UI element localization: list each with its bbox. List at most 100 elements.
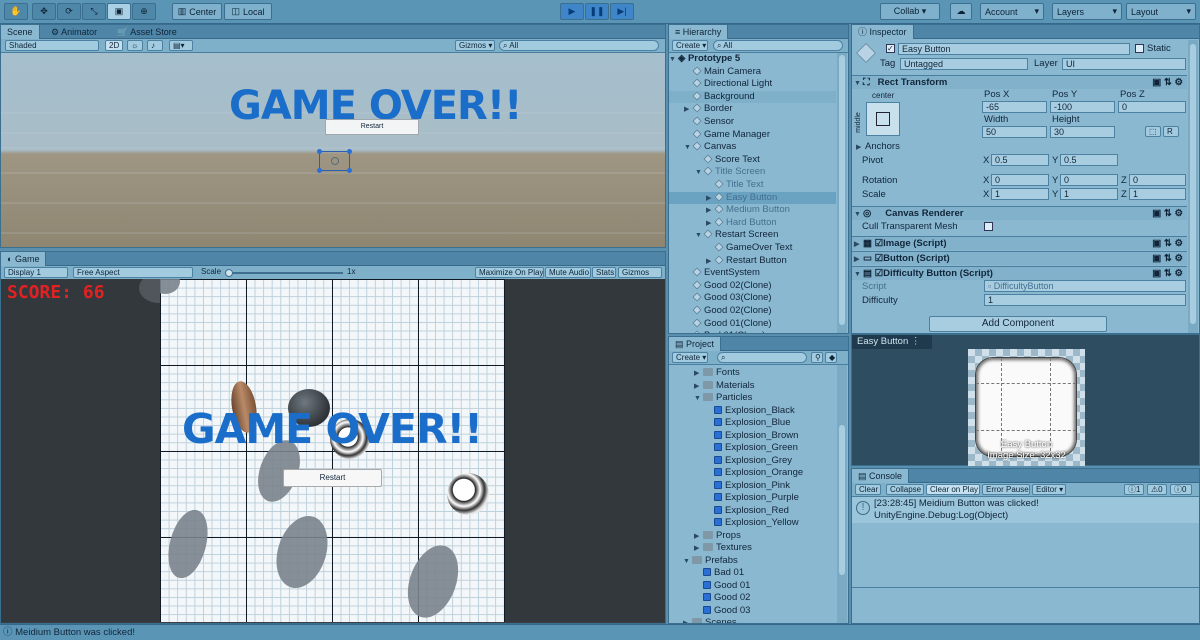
button-script-header[interactable]: ▶ ▭ ☑Button (Script) ▣ ⇅ ⚙ (852, 251, 1187, 265)
component-menu-icon[interactable]: ▣ ⇅ ⚙ (1152, 267, 1183, 280)
rect-tool-icon[interactable]: ▣ (107, 3, 131, 20)
static-checkbox[interactable] (1135, 44, 1144, 53)
hand-tool-icon[interactable]: ✋ (4, 3, 28, 20)
hierarchy-item[interactable]: Score Text (669, 154, 836, 167)
scroll-thumb[interactable] (839, 425, 845, 575)
rot-x-field[interactable]: 0 (991, 174, 1049, 186)
scene-restart-button[interactable]: Restart (325, 119, 419, 135)
project-item[interactable]: Good 02 (669, 592, 836, 605)
shading-dropdown[interactable]: Shaded (5, 40, 99, 51)
error-count-toggle[interactable]: ⓘ0 (1170, 484, 1192, 495)
hierarchy-item[interactable]: Good 01(Clone) (669, 318, 836, 331)
audio-icon[interactable]: ♪ (147, 40, 163, 51)
scroll-thumb[interactable] (839, 55, 845, 325)
component-menu-icon[interactable]: ▣ ⇅ ⚙ (1152, 207, 1183, 220)
project-item[interactable]: ▶ Fonts (669, 367, 836, 380)
project-item[interactable]: Explosion_Grey (669, 455, 836, 468)
hierarchy-scrollbar[interactable] (837, 53, 847, 333)
slider-thumb[interactable] (225, 269, 233, 277)
raw-edit-button[interactable]: R (1163, 126, 1179, 137)
handle[interactable] (347, 149, 352, 154)
scene-gizmos-dropdown[interactable]: Gizmos ▾ (455, 40, 495, 51)
pivot-handle[interactable] (331, 157, 339, 165)
scroll-thumb[interactable] (1190, 44, 1196, 324)
hierarchy-item[interactable]: ▶ Medium Button (669, 204, 836, 217)
scale-tool-icon[interactable]: ⤡ (82, 3, 106, 20)
project-item[interactable]: Bad 01 (669, 567, 836, 580)
project-item[interactable]: Explosion_Pink (669, 480, 836, 493)
project-scrollbar[interactable] (837, 365, 847, 623)
aspect-dropdown[interactable]: Free Aspect (73, 267, 193, 278)
rot-z-field[interactable]: 0 (1129, 174, 1186, 186)
console-splitter[interactable] (852, 587, 1199, 588)
pivot-y-field[interactable]: 0.5 (1060, 154, 1118, 166)
add-component-button[interactable]: Add Component (929, 316, 1107, 332)
play-button[interactable]: ▶ (560, 3, 584, 20)
image-script-header[interactable]: ▶ ▦ ☑Image (Script) ▣ ⇅ ⚙ (852, 236, 1187, 250)
project-item[interactable]: ▼ Particles (669, 392, 836, 405)
object-name-field[interactable]: Easy Button (898, 43, 1130, 55)
hierarchy-item[interactable]: GameOver Text (669, 242, 836, 255)
hierarchy-item[interactable]: Main Camera (669, 66, 836, 79)
height-field[interactable]: 30 (1050, 126, 1115, 138)
hierarchy-item[interactable]: ▼ Title Screen (669, 166, 836, 179)
display-dropdown[interactable]: Display 1 (4, 267, 68, 278)
project-search-input[interactable]: ⌕ (717, 352, 807, 363)
pos-x-field[interactable]: -65 (982, 101, 1047, 113)
preview-menu-icon[interactable]: ⋮ (911, 336, 921, 347)
effects-icon[interactable]: ▤▾ (169, 40, 193, 51)
layout-dropdown[interactable]: Layout ▾ (1126, 3, 1196, 20)
project-item[interactable]: Explosion_Yellow (669, 517, 836, 530)
pos-z-field[interactable]: 0 (1118, 101, 1186, 113)
scale-x-field[interactable]: 1 (991, 188, 1049, 200)
space-local-button[interactable]: ◫ Local (224, 3, 272, 20)
scale-y-field[interactable]: 1 (1060, 188, 1118, 200)
hierarchy-item[interactable]: ▶ Easy Button (669, 191, 836, 205)
script-field[interactable]: ▫ DifficultyButton (984, 280, 1186, 292)
blueprint-mode-icon[interactable]: ⬚ (1145, 126, 1161, 137)
image-enabled-checkbox[interactable]: ☑ (875, 238, 884, 249)
handle[interactable] (317, 168, 322, 173)
hierarchy-search-input[interactable]: ⌕ All (713, 40, 843, 51)
hierarchy-item[interactable]: ▶ Restart Button (669, 255, 836, 268)
scene-root[interactable]: ▼ ◈ Prototype 5 (669, 53, 836, 66)
project-item[interactable]: Explosion_Purple (669, 492, 836, 505)
hierarchy-item[interactable]: EventSystem (669, 267, 836, 280)
project-item[interactable]: Explosion_Orange (669, 467, 836, 480)
tab-inspector[interactable]: ⓘ Inspector (852, 25, 914, 39)
console-collapse-toggle[interactable]: Collapse (886, 484, 924, 495)
tab-game[interactable]: ◐ Game (1, 252, 47, 266)
selection-rect[interactable] (317, 149, 352, 173)
handle[interactable] (347, 168, 352, 173)
project-item[interactable]: ▼ Prefabs (669, 555, 836, 568)
console-clear-on-play-toggle[interactable]: Clear on Play (926, 484, 980, 495)
scene-search-input[interactable]: ⌕ All (499, 40, 659, 51)
active-checkbox[interactable]: ✓ (886, 44, 895, 53)
button-enabled-checkbox[interactable]: ☑ (875, 253, 884, 264)
tab-scene[interactable]: Scene (1, 25, 40, 39)
warning-count-toggle[interactable]: ⚠0 (1147, 484, 1167, 495)
tab-console[interactable]: ▤ Console (852, 469, 910, 483)
pivot-x-field[interactable]: 0.5 (991, 154, 1049, 166)
project-item[interactable]: Good 03 (669, 605, 836, 618)
tab-hierarchy[interactable]: ≡ Hierarchy (669, 25, 729, 39)
hierarchy-item[interactable]: Good 03(Clone) (669, 292, 836, 305)
maximize-on-play-toggle[interactable]: Maximize On Play (475, 267, 544, 278)
stats-toggle[interactable]: Stats (592, 267, 616, 278)
game-gizmos-dropdown[interactable]: Gizmos (618, 267, 662, 278)
cloud-icon[interactable]: ☁ (950, 3, 972, 20)
tab-animator[interactable]: ⚙ Animator (45, 25, 103, 39)
difficulty-enabled-checkbox[interactable]: ☑ (875, 268, 884, 279)
hierarchy-item[interactable]: ▶ Border (669, 103, 836, 116)
console-editor-dropdown[interactable]: Editor ▾ (1032, 484, 1066, 495)
project-item[interactable]: ▶ Props (669, 530, 836, 543)
project-item[interactable]: Explosion_Green (669, 442, 836, 455)
account-dropdown[interactable]: Account ▾ (980, 3, 1044, 20)
scene-viewport[interactable]: GAME OVER!! Restart (1, 53, 665, 247)
restart-button[interactable]: Restart (283, 469, 382, 487)
project-item[interactable]: Explosion_Black (669, 405, 836, 418)
scale-slider[interactable] (225, 269, 343, 277)
pause-button[interactable]: ❚❚ (585, 3, 609, 20)
rect-transform-header[interactable]: ▼ ⛶ Rect Transform ▣ ⇅ ⚙ (852, 75, 1187, 89)
hierarchy-item[interactable]: ▼ Restart Screen (669, 229, 836, 242)
